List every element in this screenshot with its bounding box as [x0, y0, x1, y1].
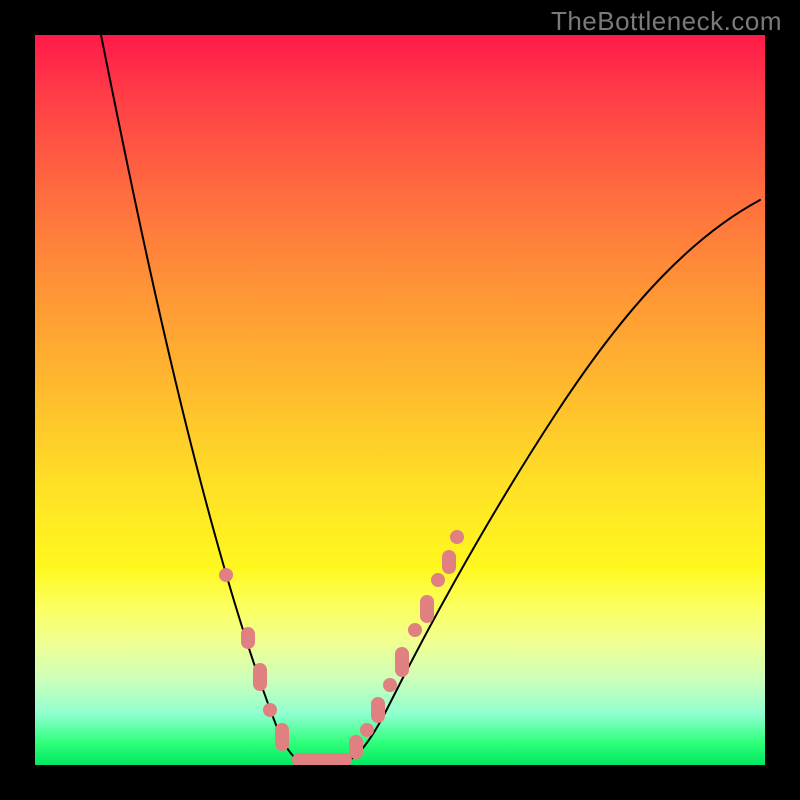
marker — [395, 647, 409, 677]
marker — [442, 550, 456, 574]
marker — [420, 595, 434, 623]
marker — [263, 703, 277, 717]
marker — [371, 697, 385, 723]
chart-svg — [35, 35, 765, 765]
marker — [383, 678, 397, 692]
watermark-text: TheBottleneck.com — [551, 6, 782, 37]
chart-container: TheBottleneck.com — [0, 0, 800, 800]
marker — [292, 753, 352, 765]
marker — [349, 735, 363, 759]
plot-area — [35, 35, 765, 765]
marker — [408, 623, 422, 637]
marker — [241, 627, 255, 649]
marker-group — [219, 530, 464, 765]
marker — [360, 723, 374, 737]
marker — [275, 723, 289, 751]
marker — [450, 530, 464, 544]
marker — [431, 573, 445, 587]
bottleneck-curve-left — [97, 35, 310, 763]
marker — [253, 663, 267, 691]
bottleneck-curve-right — [343, 200, 760, 763]
marker — [219, 568, 233, 582]
